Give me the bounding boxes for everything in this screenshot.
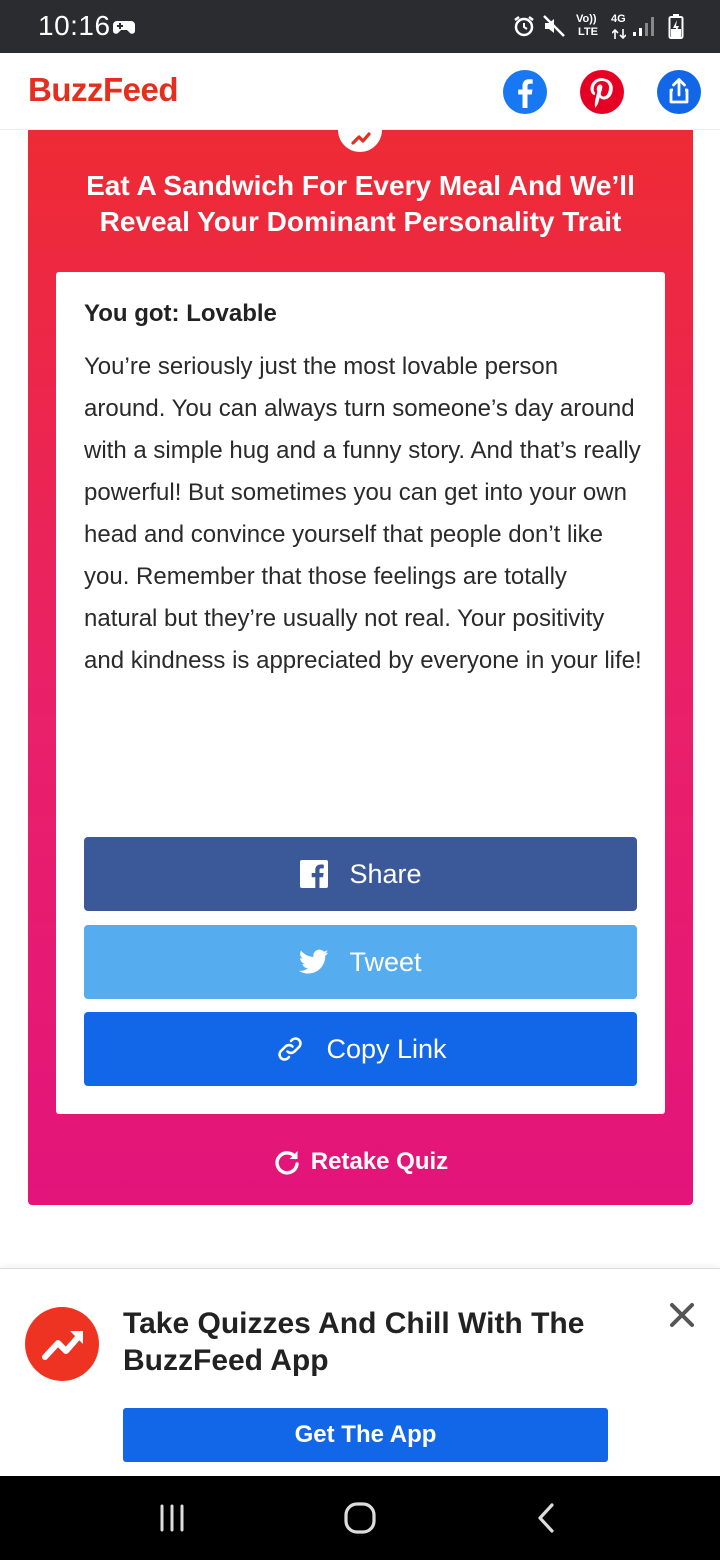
result-heading: You got: Lovable (84, 300, 277, 327)
home-button[interactable] (340, 1498, 380, 1543)
status-bar: 10:16 Vo)) LTE 4G (0, 0, 720, 53)
result-panel: You got: Lovable You’re seriously just t… (56, 272, 665, 1114)
get-the-app-button[interactable]: Get The App (123, 1408, 608, 1462)
copy-link-button[interactable]: Copy Link (84, 1012, 637, 1086)
pinterest-share-button[interactable] (580, 70, 624, 114)
signal-icon (632, 14, 658, 43)
result-description: You’re seriously just the most lovable p… (84, 353, 642, 674)
back-icon (538, 1503, 554, 1533)
site-header: BuzzFeed (0, 53, 720, 130)
facebook-icon (503, 70, 547, 114)
system-nav-bar (0, 1476, 720, 1560)
back-button[interactable] (530, 1498, 564, 1543)
retake-arrow-icon (275, 1151, 299, 1175)
get-the-app-label: Get The App (294, 1421, 437, 1448)
trending-icon (351, 132, 371, 145)
buzzfeed-logo[interactable]: BuzzFeed (28, 71, 179, 109)
recents-button[interactable] (155, 1498, 189, 1543)
volte-lte-label: LTE (578, 26, 598, 38)
status-time: 10:16 (38, 10, 111, 41)
data-arrows-icon (611, 27, 627, 45)
share-label: Share (349, 858, 422, 889)
facebook-share-result-button[interactable]: Share (84, 837, 637, 911)
trending-badge (338, 120, 382, 152)
tweet-button[interactable]: Tweet (84, 925, 637, 999)
close-promo-button[interactable] (664, 1297, 700, 1333)
twitter-bird-icon (299, 949, 329, 974)
home-icon (344, 1502, 376, 1534)
promo-title: Take Quizzes And Chill With The BuzzFeed… (123, 1307, 585, 1377)
tweet-label: Tweet (349, 946, 422, 977)
share-icon (657, 70, 701, 114)
buzzfeed-app-logo (25, 1307, 99, 1381)
trending-arrow-icon (42, 1331, 83, 1360)
volte-label: Vo)) (576, 13, 597, 25)
game-controller-icon (112, 18, 136, 41)
retake-quiz-label: Retake Quiz (310, 1148, 449, 1175)
retake-quiz-button[interactable]: Retake Quiz (28, 1142, 693, 1182)
quiz-result-card: Eat A Sandwich For Every Meal And We’ll … (28, 120, 693, 1205)
battery-charging-icon (668, 14, 684, 45)
facebook-share-button[interactable] (503, 70, 547, 114)
app-promo-banner: Take Quizzes And Chill With The BuzzFeed… (0, 1268, 720, 1477)
quiz-title: Eat A Sandwich For Every Meal And We’ll … (86, 170, 635, 237)
pinterest-icon (580, 70, 624, 114)
copy-link-label: Copy Link (326, 1033, 447, 1064)
mute-icon (542, 14, 566, 43)
recents-icon (160, 1504, 184, 1532)
close-icon (670, 1303, 694, 1327)
facebook-square-icon (300, 860, 329, 888)
alarm-icon (512, 14, 536, 43)
link-icon (278, 1037, 303, 1061)
share-button[interactable] (657, 70, 701, 114)
network-type-label: 4G (611, 13, 626, 25)
